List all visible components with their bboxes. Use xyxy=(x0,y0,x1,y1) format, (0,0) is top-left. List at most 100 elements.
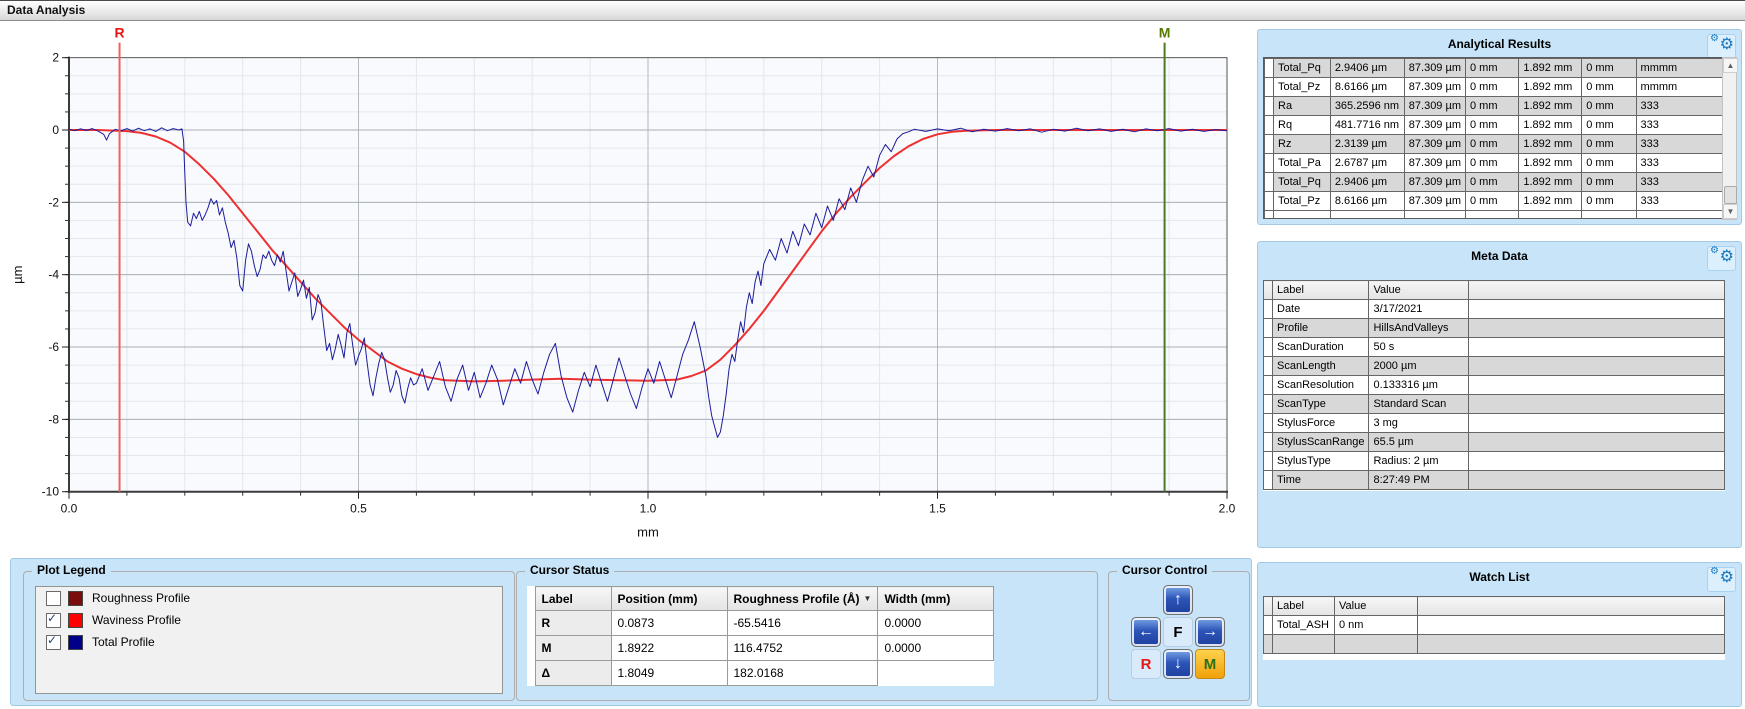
table-row[interactable]: StylusForce3 mg xyxy=(1264,414,1725,433)
table-cell: 1.8049 xyxy=(611,661,727,686)
table-row[interactable]: Rq481.7716 nm87.309 µm0 mm1.892 mm0 mm33… xyxy=(1265,116,1726,135)
cursor-status-row: M1.8922116.47520.0000 xyxy=(527,636,994,661)
plot-legend-group: Plot Legend Roughness Profile✓Waviness P… xyxy=(23,571,515,701)
table-row[interactable]: ScanLength2000 µm xyxy=(1264,357,1725,376)
table-cell xyxy=(1265,211,1274,220)
meta-data-panel: Meta Data ⚙ ⚙ LabelValueDate3/17/2021Pro… xyxy=(1257,241,1742,548)
table-cell xyxy=(1469,300,1725,319)
table-row[interactable]: ProfileHillsAndValleys xyxy=(1264,319,1725,338)
table-row[interactable]: Time8:27:49 PM xyxy=(1264,471,1725,490)
table-row[interactable]: ScanTypeStandard Scan xyxy=(1264,395,1725,414)
table-cell: 1.892 mm xyxy=(1519,173,1582,192)
cursor-fine-button[interactable]: F xyxy=(1163,617,1193,647)
table-cell xyxy=(1265,192,1274,211)
scroll-up-button[interactable]: ▲ xyxy=(1723,58,1738,73)
cursor-left-button[interactable]: ← xyxy=(1131,617,1161,647)
table-cell: 2.9406 µm xyxy=(1330,173,1404,192)
table-cell xyxy=(1335,635,1418,654)
cursor-status-group: Cursor Status LabelPosition (mm)Roughnes… xyxy=(516,571,1098,701)
gear-icon: ⚙ xyxy=(1720,249,1734,265)
table-header-cell xyxy=(1264,597,1273,616)
y-tick-label: -8 xyxy=(48,412,59,426)
dropdown-arrow-icon[interactable]: ▼ xyxy=(864,594,872,603)
table-cell: M xyxy=(535,636,611,661)
table-row[interactable]: ScanDuration50 s xyxy=(1264,338,1725,357)
x-tick-label: 0.0 xyxy=(61,502,78,516)
scroll-down-button[interactable]: ▼ xyxy=(1723,204,1738,219)
table-cell xyxy=(1264,319,1273,338)
table-cell: 87.309 µm xyxy=(1404,135,1465,154)
table-row-empty xyxy=(1265,211,1726,220)
table-row[interactable]: StylusTypeRadius: 2 µm xyxy=(1264,452,1725,471)
table-cell xyxy=(1273,635,1335,654)
table-row[interactable]: Ra365.2596 nm87.309 µm0 mm1.892 mm0 mm33… xyxy=(1265,97,1726,116)
legend-color-swatch xyxy=(68,635,83,650)
table-cell: 0.0000 xyxy=(878,611,994,636)
watch-list-settings-button[interactable]: ⚙ ⚙ xyxy=(1707,567,1736,592)
table-row[interactable]: Date3/17/2021 xyxy=(1264,300,1725,319)
table-cell: Rq xyxy=(1274,116,1331,135)
legend-item: ✓Waviness Profile xyxy=(36,609,502,631)
table-cell: 87.309 µm xyxy=(1404,192,1465,211)
table-cell: StylusForce xyxy=(1273,414,1369,433)
meta-data-settings-button[interactable]: ⚙ ⚙ xyxy=(1707,246,1736,271)
table-cell: 365.2596 nm xyxy=(1330,97,1404,116)
x-axis-label: mm xyxy=(637,525,659,540)
table-row[interactable]: ScanResolution0.133316 µm xyxy=(1264,376,1725,395)
cursor-control-grid: ↑ ← F → R ↓ M xyxy=(1131,585,1225,679)
legend-checkbox[interactable] xyxy=(46,591,61,606)
table-cell: 87.309 µm xyxy=(1404,59,1465,78)
table-cell xyxy=(1265,154,1274,173)
legend-checkbox[interactable]: ✓ xyxy=(46,635,61,650)
table-cell xyxy=(1264,376,1273,395)
table-cell: 182.0168 xyxy=(727,661,878,686)
table-cell: 2000 µm xyxy=(1369,357,1469,376)
table-cell: 1.892 mm xyxy=(1519,154,1582,173)
table-row[interactable]: Total_Pq2.9406 µm87.309 µm0 mm1.892 mm0 … xyxy=(1265,59,1726,78)
analytical-results-settings-button[interactable]: ⚙ ⚙ xyxy=(1707,34,1736,59)
cursor-right-button[interactable]: → xyxy=(1195,617,1225,647)
table-row[interactable]: Total_Pa2.6787 µm87.309 µm0 mm1.892 mm0 … xyxy=(1265,154,1726,173)
table-row[interactable]: StylusScanRange65.5 µm xyxy=(1264,433,1725,452)
table-row[interactable]: Total_Pz8.6166 µm87.309 µm0 mm1.892 mm0 … xyxy=(1265,192,1726,211)
cursor-status-title: Cursor Status xyxy=(525,563,614,577)
table-row[interactable]: Total_Pz8.6166 µm87.309 µm0 mm1.892 mm0 … xyxy=(1265,78,1726,97)
left-arrow-icon: ← xyxy=(1138,623,1154,641)
bottom-panel: Plot Legend Roughness Profile✓Waviness P… xyxy=(10,558,1252,706)
cursor-down-button[interactable]: ↓ xyxy=(1163,649,1193,679)
table-cell: 3/17/2021 xyxy=(1369,300,1469,319)
table-cell: 333 xyxy=(1636,154,1725,173)
table-cell: 0 mm xyxy=(1465,59,1518,78)
table-header-cell[interactable]: Roughness Profile (Å)▼ xyxy=(727,587,878,611)
data-analysis-window: Data Analysis 0.00.51.01.52.020-2-4-6-8-… xyxy=(0,0,1745,709)
table-cell: 1.892 mm xyxy=(1519,116,1582,135)
table-cell: 65.5 µm xyxy=(1369,433,1469,452)
table-cell xyxy=(1465,211,1518,220)
cursor-m-select-button[interactable]: M xyxy=(1195,649,1225,679)
table-cell: 87.309 µm xyxy=(1404,116,1465,135)
cursor-label-r: R xyxy=(114,25,124,41)
window-title: Data Analysis xyxy=(7,3,85,17)
table-cell xyxy=(1418,616,1725,635)
table-cell xyxy=(1264,414,1273,433)
table-row[interactable]: Rz2.3139 µm87.309 µm0 mm1.892 mm0 mm333 xyxy=(1265,135,1726,154)
cursor-up-button[interactable]: ↑ xyxy=(1163,585,1193,615)
analytical-results-scrollbar[interactable]: ▲ ▼ xyxy=(1722,57,1737,220)
table-cell: 1.892 mm xyxy=(1519,97,1582,116)
cursor-r-select-button[interactable]: R xyxy=(1131,649,1161,679)
table-cell: 0 mm xyxy=(1582,173,1636,192)
table-cell: 333 xyxy=(1636,135,1725,154)
cursor-status-header-row: LabelPosition (mm)Roughness Profile (Å)▼… xyxy=(527,587,994,611)
table-row[interactable]: Total_ASH0 nm xyxy=(1264,616,1725,635)
table-cell xyxy=(1469,319,1725,338)
table-cell: 87.309 µm xyxy=(1404,78,1465,97)
scrollbar-thumb[interactable] xyxy=(1724,186,1737,204)
legend-checkbox[interactable]: ✓ xyxy=(46,613,61,628)
table-cell: Rz xyxy=(1274,135,1331,154)
table-cell xyxy=(1265,78,1274,97)
table-cell xyxy=(1264,471,1273,490)
table-header-cell: Width (mm) xyxy=(878,587,994,611)
table-cell: 87.309 µm xyxy=(1404,154,1465,173)
table-cell: StylusScanRange xyxy=(1273,433,1369,452)
table-row[interactable]: Total_Pq2.9406 µm87.309 µm0 mm1.892 mm0 … xyxy=(1265,173,1726,192)
